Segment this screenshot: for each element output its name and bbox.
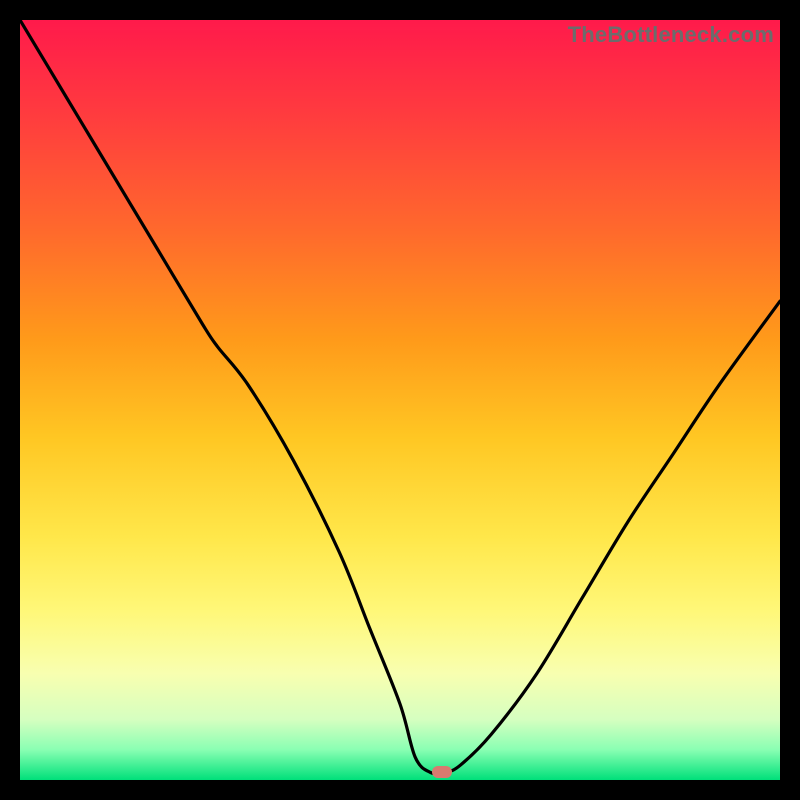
bottleneck-curve xyxy=(20,20,780,780)
plot-area: TheBottleneck.com xyxy=(20,20,780,780)
chart-frame: TheBottleneck.com xyxy=(0,0,800,800)
optimum-marker xyxy=(432,766,452,778)
watermark-text: TheBottleneck.com xyxy=(568,22,774,48)
